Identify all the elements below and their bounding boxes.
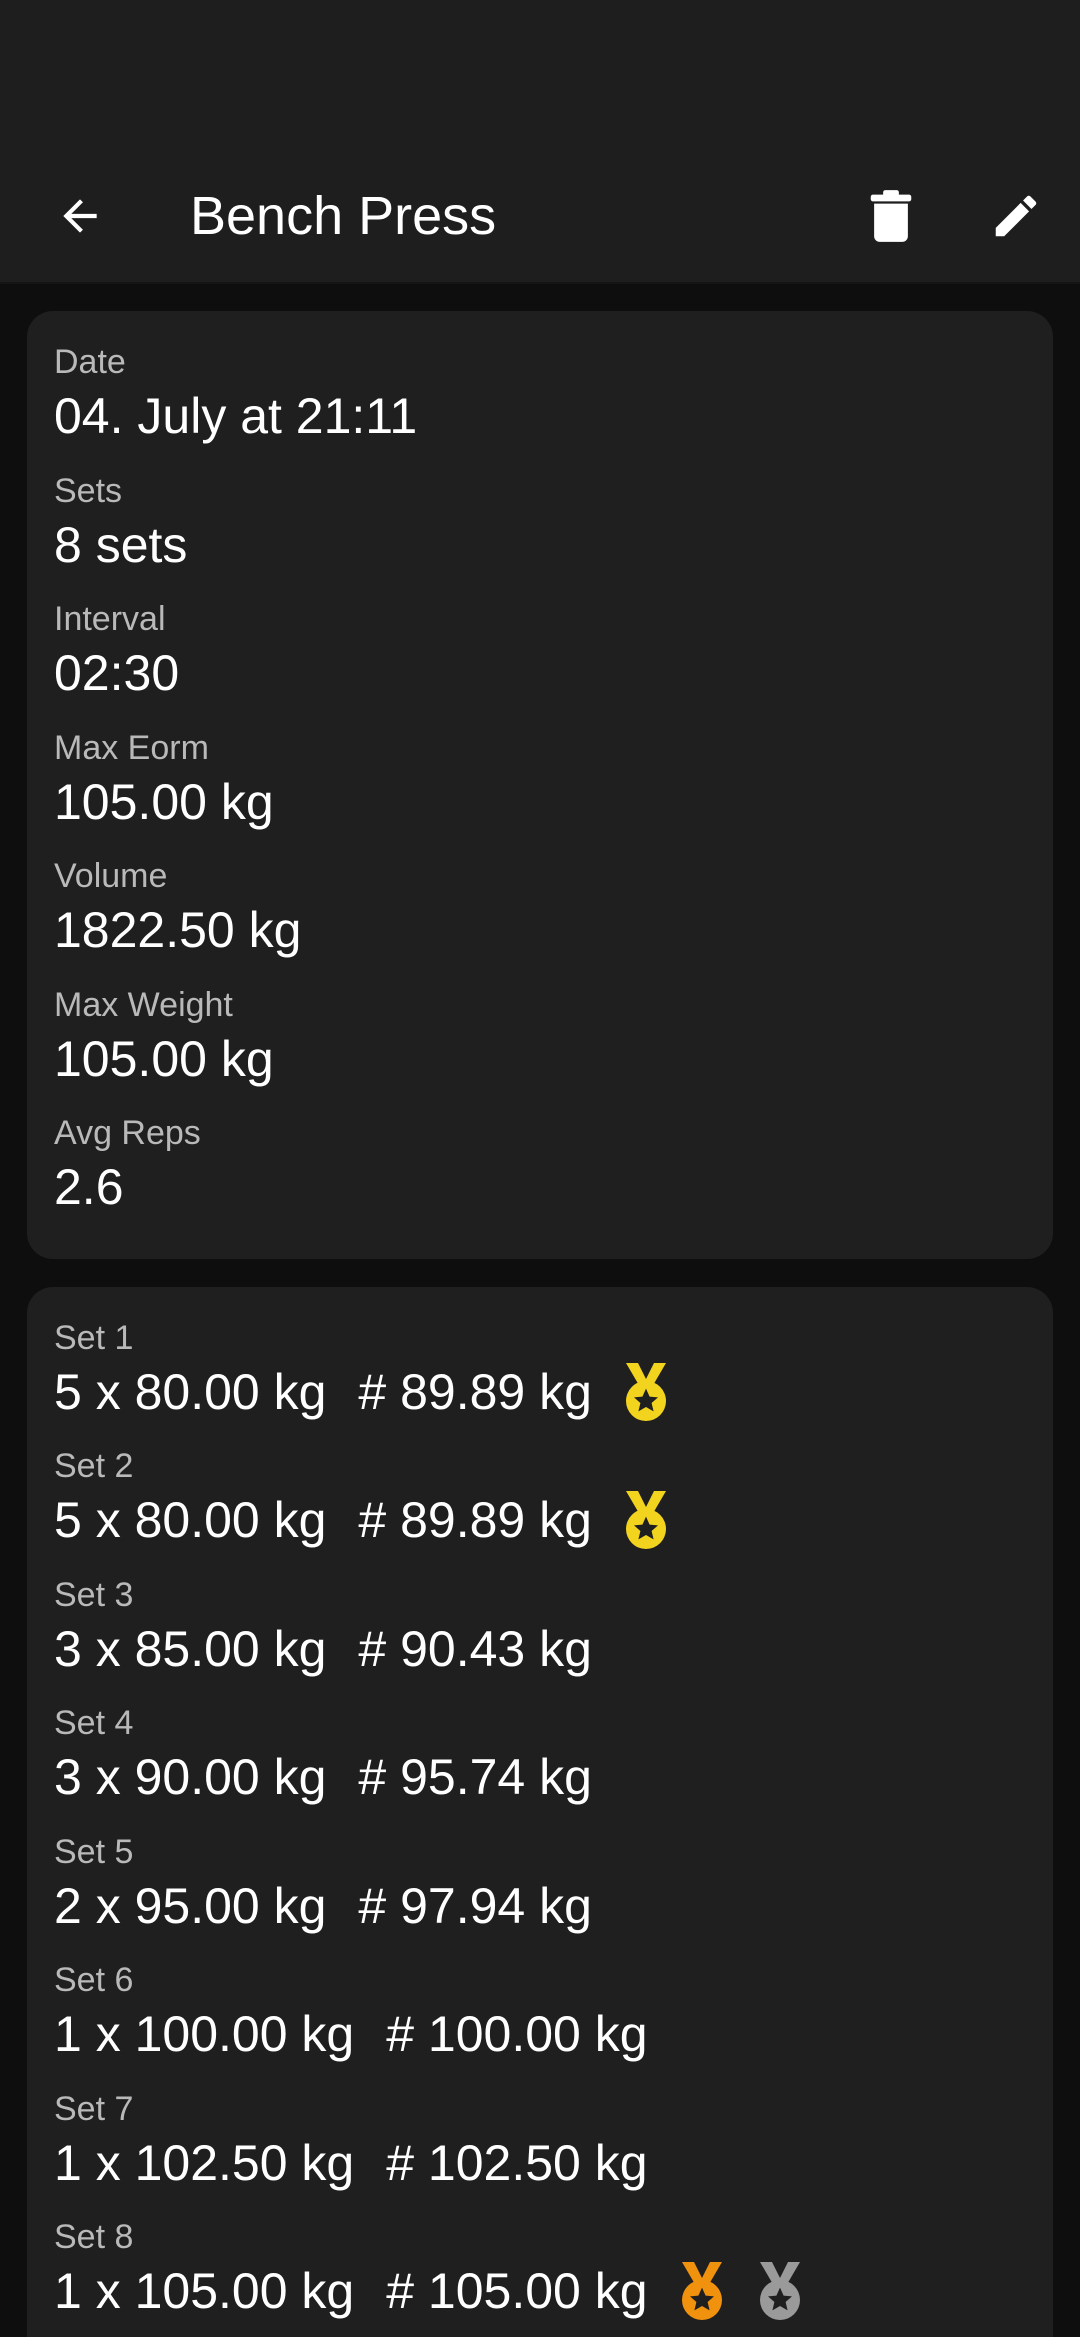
set-value-line: 5 x 80.00 kg # 89.89 kg	[54, 1361, 1026, 1423]
set-row: Set 3 3 x 85.00 kg # 90.43 kg	[54, 1562, 1026, 1691]
set-value-line: 2 x 95.00 kg # 97.94 kg	[54, 1875, 1026, 1937]
set-row: Set 5 2 x 95.00 kg # 97.94 kg	[54, 1819, 1026, 1948]
max-weight-label: Max Weight	[54, 985, 233, 1024]
set-row: Set 7 1 x 102.50 kg # 102.50 kg	[54, 2076, 1026, 2205]
trash-icon	[870, 190, 912, 242]
set-one-rep-max: # 100.00 kg	[386, 2006, 648, 2062]
set-one-rep-max: # 105.00 kg	[386, 2263, 648, 2319]
summary-card: Date 04. July at 21:11 Sets 8 sets Inter…	[27, 311, 1053, 1259]
set-label: Set 7	[54, 2089, 134, 2128]
set-weight-reps: 2 x 95.00 kg	[54, 1877, 327, 1934]
status-bar	[0, 0, 1080, 150]
set-one-rep-max: # 89.89 kg	[358, 1363, 592, 1420]
volume-value: 1822.50 kg	[54, 902, 302, 958]
set-value-line: 3 x 85.00 kg # 90.43 kg	[54, 1618, 1026, 1680]
set-label: Set 5	[54, 1832, 134, 1871]
max-weight-value: 105.00 kg	[54, 1030, 274, 1087]
set-row: Set 1 5 x 80.00 kg # 89.89 kg	[54, 1305, 1026, 1434]
sets-label: Sets	[54, 471, 123, 510]
set-weight-reps: 1 x 102.50 kg	[54, 2134, 355, 2191]
set-one-rep-max: # 97.94 kg	[358, 1877, 592, 1934]
gold-medal-icon	[618, 1489, 674, 1551]
set-label: Set 3	[54, 1575, 134, 1614]
set-row: Set 6 1 x 100.00 kg # 100.00 kg	[54, 1947, 1026, 2076]
volume-label: Volume	[54, 857, 168, 895]
max-eorm-value: 105.00 kg	[54, 773, 274, 830]
set-label: Set 2	[54, 1447, 134, 1485]
set-weight-reps: 3 x 85.00 kg	[54, 1620, 327, 1677]
set-label: Set 6	[54, 1961, 134, 1999]
set-value-line: 3 x 90.00 kg # 95.74 kg	[54, 1746, 1026, 1808]
set-row: Set 8 1 x 105.00 kg # 105.00 kg	[54, 2204, 1026, 2333]
set-one-rep-max: # 89.89 kg	[358, 1492, 592, 1548]
set-row: Set 4 3 x 90.00 kg # 95.74 kg	[54, 1690, 1026, 1819]
date-label: Date	[54, 343, 126, 381]
sets-field: Sets 8 sets	[54, 458, 1026, 587]
volume-field: Volume 1822.50 kg	[54, 843, 1026, 972]
set-value-line: 1 x 100.00 kg # 100.00 kg	[54, 2003, 1026, 2065]
arrow-left-icon	[63, 199, 97, 233]
max-eorm-label: Max Eorm	[54, 728, 209, 767]
app-bar: Bench Press	[0, 150, 1080, 284]
pencil-icon	[995, 195, 1037, 237]
date-field: Date 04. July at 21:11	[54, 329, 1026, 458]
set-weight-reps: 1 x 105.00 kg	[54, 2263, 355, 2319]
set-value-line: 5 x 80.00 kg # 89.89 kg	[54, 1489, 1026, 1551]
set-label: Set 8	[54, 2218, 134, 2256]
set-weight-reps: 5 x 80.00 kg	[54, 1492, 327, 1548]
bronze-medal-icon	[674, 2260, 730, 2322]
interval-value: 02:30	[54, 645, 180, 701]
delete-button[interactable]	[855, 180, 927, 252]
set-one-rep-max: # 95.74 kg	[358, 1749, 592, 1805]
set-weight-reps: 1 x 100.00 kg	[54, 2006, 355, 2062]
set-label: Set 4	[54, 1704, 134, 1742]
page-title: Bench Press	[190, 186, 497, 246]
gold-medal-icon	[618, 1361, 674, 1423]
sets-value: 8 sets	[54, 516, 188, 573]
edit-button[interactable]	[980, 180, 1052, 252]
set-weight-reps: 5 x 80.00 kg	[54, 1363, 327, 1420]
max-weight-field: Max Weight 105.00 kg	[54, 972, 1026, 1101]
set-label: Set 1	[54, 1318, 134, 1357]
max-eorm-field: Max Eorm 105.00 kg	[54, 715, 1026, 844]
interval-field: Interval 02:30	[54, 586, 1026, 715]
avg-reps-label: Avg Reps	[54, 1114, 201, 1152]
set-value-line: 1 x 105.00 kg # 105.00 kg	[54, 2260, 1026, 2322]
interval-label: Interval	[54, 600, 166, 638]
set-one-rep-max: # 102.50 kg	[386, 2134, 648, 2191]
sets-card: Set 1 5 x 80.00 kg # 89.89 kg Set 2 5 x 8…	[27, 1286, 1053, 2337]
set-one-rep-max: # 90.43 kg	[358, 1620, 592, 1677]
set-row: Set 2 5 x 80.00 kg # 89.89 kg	[54, 1433, 1026, 1562]
set-value-line: 1 x 102.50 kg # 102.50 kg	[54, 2132, 1026, 2194]
back-button[interactable]	[44, 180, 116, 252]
avg-reps-value: 2.6	[54, 1159, 124, 1215]
avg-reps-field: Avg Reps 2.6	[54, 1100, 1026, 1229]
date-value: 04. July at 21:11	[54, 388, 418, 444]
silver-medal-icon	[752, 2260, 808, 2322]
set-weight-reps: 3 x 90.00 kg	[54, 1749, 327, 1805]
